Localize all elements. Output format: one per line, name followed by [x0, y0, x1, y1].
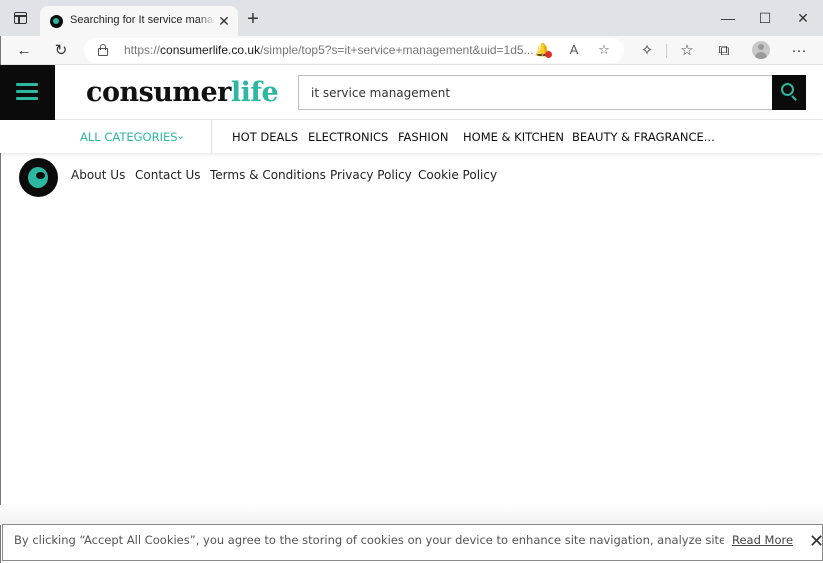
search-button[interactable] [772, 75, 806, 110]
new-tab-button[interactable]: + [244, 9, 262, 29]
site-logo[interactable]: consumerlife [86, 77, 279, 108]
all-categories-dropdown[interactable]: ALL CATEGORIES [80, 130, 178, 144]
hamburger-menu-button[interactable] [0, 65, 55, 120]
add-favorite-icon[interactable]: ☆ [595, 41, 613, 59]
browser-titlebar: Searching for It service management ✕ + … [0, 0, 823, 36]
nav-hot-deals[interactable]: HOT DEALS [232, 130, 298, 144]
more-options-icon[interactable]: ··· [788, 40, 810, 62]
close-icon[interactable]: ✕ [809, 531, 823, 552]
toolbar-divider [666, 44, 667, 58]
minimize-button[interactable]: — [718, 8, 738, 28]
read-more-link[interactable]: Read More [732, 533, 793, 547]
nav-beauty-fragrance[interactable]: BEAUTY & FRAGRANCE... [572, 130, 715, 144]
read-aloud-icon[interactable]: A [565, 41, 583, 59]
contact-us-link[interactable]: Contact Us [135, 168, 201, 182]
brand-logo-icon[interactable] [19, 158, 58, 197]
favorites-icon[interactable]: ☆ [676, 40, 698, 62]
site-favicon-icon [50, 15, 63, 28]
close-tab-icon[interactable]: ✕ [216, 13, 232, 29]
lock-icon[interactable] [98, 44, 108, 56]
refresh-icon[interactable]: ↻ [50, 40, 72, 62]
browser-toolbar: ← ↻ https://consumerlife.co.uk/simple/to… [0, 36, 823, 65]
browser-tab-active[interactable]: Searching for It service management ✕ [40, 6, 238, 36]
category-nav: ALL CATEGORIES ⌄ HOT DEALS ELECTRONICS F… [0, 120, 823, 153]
collections-icon[interactable]: ⧉ [713, 40, 735, 62]
url-text[interactable]: https://consumerlife.co.uk/simple/top5?s… [124, 43, 534, 57]
cookie-banner: By clicking “Accept All Cookies”, you ag… [2, 524, 823, 561]
privacy-policy-link[interactable]: Privacy Policy [330, 168, 412, 182]
nav-electronics[interactable]: ELECTRONICS [308, 130, 388, 144]
cookie-policy-link[interactable]: Cookie Policy [418, 168, 497, 182]
nav-home-kitchen[interactable]: HOME & KITCHEN [463, 130, 564, 144]
notification-blocked-icon[interactable]: 🔔 [534, 41, 552, 59]
site-header: consumerlife [0, 65, 823, 120]
chevron-down-icon[interactable]: ⌄ [176, 129, 185, 142]
nav-fashion[interactable]: FASHION [398, 130, 448, 144]
close-window-button[interactable]: ✕ [793, 8, 813, 28]
search-form [298, 75, 806, 110]
cookie-banner-shadow [0, 505, 823, 525]
extensions-icon[interactable]: ✧ [636, 40, 658, 62]
about-us-link[interactable]: About Us [71, 168, 125, 182]
menu-icon [16, 83, 38, 86]
cookie-message: By clicking “Accept All Cookies”, you ag… [14, 533, 724, 547]
search-input[interactable] [299, 76, 771, 109]
nav-divider [211, 120, 212, 153]
maximize-button[interactable]: ☐ [755, 8, 775, 28]
terms-conditions-link[interactable]: Terms & Conditions [210, 168, 326, 182]
tab-title: Searching for It service management [70, 14, 215, 26]
address-bar[interactable]: https://consumerlife.co.uk/simple/top5?s… [84, 38, 624, 63]
tab-actions-icon[interactable] [14, 12, 27, 24]
back-icon[interactable]: ← [13, 40, 35, 62]
profile-avatar[interactable] [752, 41, 770, 59]
